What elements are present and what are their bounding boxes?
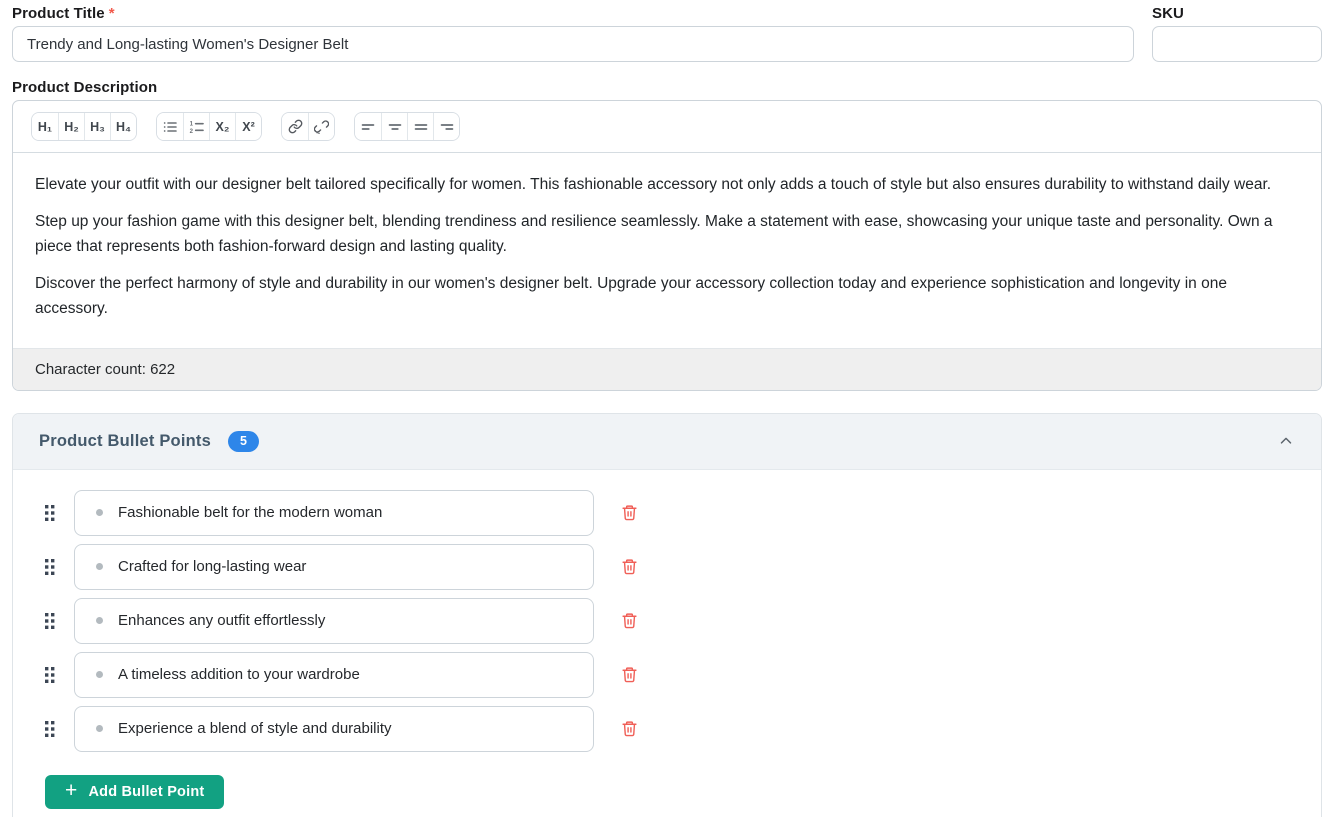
product-title-input[interactable] xyxy=(12,26,1134,62)
bullet-points-header[interactable]: Product Bullet Points 5 xyxy=(13,414,1321,470)
delete-bullet-button[interactable] xyxy=(619,717,640,740)
alignment-button-group xyxy=(354,112,460,141)
bullet-count-badge: 5 xyxy=(228,431,259,452)
bullet-point-box xyxy=(74,598,594,644)
align-right-button[interactable] xyxy=(433,113,459,140)
unordered-list-button[interactable] xyxy=(157,113,183,140)
bullet-point-input[interactable] xyxy=(118,612,579,629)
sku-label: SKU xyxy=(1152,5,1322,22)
description-editor-content[interactable]: Elevate your outfit with our designer be… xyxy=(13,153,1321,348)
delete-bullet-button[interactable] xyxy=(619,555,640,578)
heading-2-button[interactable]: H₂ xyxy=(58,113,84,140)
delete-bullet-button[interactable] xyxy=(619,609,640,632)
bullet-point-box xyxy=(74,490,594,536)
description-editor: H₁ H₂ H₃ H₄ xyxy=(12,100,1322,391)
bullet-point-input[interactable] xyxy=(118,558,579,575)
bullet-point-row xyxy=(35,652,1321,698)
trash-icon xyxy=(621,665,638,684)
product-edit-page: Product Title* SKU Product Description H… xyxy=(0,0,1329,817)
superscript-button[interactable]: X² xyxy=(235,113,261,140)
link-button-group xyxy=(281,112,335,141)
unordered-list-icon xyxy=(162,119,178,135)
trash-icon xyxy=(621,611,638,630)
editor-toolbar: H₁ H₂ H₃ H₄ xyxy=(13,101,1321,153)
svg-text:2: 2 xyxy=(189,129,193,135)
ordered-list-icon: 1 2 xyxy=(189,119,205,135)
svg-text:1: 1 xyxy=(189,121,193,127)
subscript-button[interactable]: X₂ xyxy=(209,113,235,140)
drag-handle-icon[interactable] xyxy=(44,665,58,685)
bullet-point-input[interactable] xyxy=(118,666,579,683)
bullet-dot-icon xyxy=(96,617,103,624)
bullet-point-box xyxy=(74,544,594,590)
bullet-points-body: + Add Bullet Point xyxy=(13,470,1321,817)
drag-handle-icon[interactable] xyxy=(44,611,58,631)
bullet-point-box xyxy=(74,652,594,698)
bullet-point-box xyxy=(74,706,594,752)
bullet-dot-icon xyxy=(96,671,103,678)
align-right-icon xyxy=(439,119,455,135)
trash-icon xyxy=(621,503,638,522)
character-count-label: Character count: xyxy=(35,361,146,378)
bullet-point-row xyxy=(35,706,1321,752)
delete-bullet-button[interactable] xyxy=(619,501,640,524)
bullet-dot-icon xyxy=(96,509,103,516)
bullet-point-input[interactable] xyxy=(118,504,579,521)
add-bullet-point-button[interactable]: + Add Bullet Point xyxy=(45,775,224,809)
character-count-bar: Character count: 622 xyxy=(13,348,1321,390)
align-center-button[interactable] xyxy=(381,113,407,140)
description-paragraph: Step up your fashion game with this desi… xyxy=(35,209,1299,259)
link-button[interactable] xyxy=(282,113,308,140)
align-justify-button[interactable] xyxy=(407,113,433,140)
sku-input[interactable] xyxy=(1152,26,1322,62)
heading-4-button[interactable]: H₄ xyxy=(110,113,136,140)
bullet-point-row xyxy=(35,490,1321,536)
drag-handle-icon[interactable] xyxy=(44,719,58,739)
chevron-up-icon[interactable] xyxy=(1277,432,1295,450)
product-title-label-text: Product Title xyxy=(12,5,105,22)
bullet-dot-icon xyxy=(96,563,103,570)
drag-handle-icon[interactable] xyxy=(44,557,58,577)
heading-button-group: H₁ H₂ H₃ H₄ xyxy=(31,112,137,141)
ordered-list-button[interactable]: 1 2 xyxy=(183,113,209,140)
drag-handle-icon[interactable] xyxy=(44,503,58,523)
add-bullet-point-label: Add Bullet Point xyxy=(88,784,204,800)
bullet-point-row xyxy=(35,544,1321,590)
description-paragraph: Discover the perfect harmony of style an… xyxy=(35,271,1299,321)
delete-bullet-button[interactable] xyxy=(619,663,640,686)
character-count-value: 622 xyxy=(150,361,175,378)
description-paragraph: Elevate your outfit with our designer be… xyxy=(35,172,1299,197)
bullet-points-card: Product Bullet Points 5 xyxy=(12,413,1322,817)
trash-icon xyxy=(621,719,638,738)
trash-icon xyxy=(621,557,638,576)
align-left-icon xyxy=(360,119,376,135)
bullet-point-row xyxy=(35,598,1321,644)
bullet-dot-icon xyxy=(96,725,103,732)
heading-1-button[interactable]: H₁ xyxy=(32,113,58,140)
align-left-button[interactable] xyxy=(355,113,381,140)
required-asterisk: * xyxy=(109,5,115,22)
list-script-button-group: 1 2 X₂ X² xyxy=(156,112,262,141)
sku-field: SKU xyxy=(1152,5,1322,62)
unlink-button[interactable] xyxy=(308,113,334,140)
align-justify-icon xyxy=(413,119,429,135)
title-sku-row: Product Title* SKU xyxy=(12,5,1322,62)
product-title-label: Product Title* xyxy=(12,5,1134,22)
plus-icon: + xyxy=(65,780,77,801)
bullet-point-input[interactable] xyxy=(118,720,579,737)
align-center-icon xyxy=(387,119,403,135)
unlink-icon xyxy=(314,119,329,134)
product-description-label: Product Description xyxy=(12,79,1322,96)
link-icon xyxy=(288,119,303,134)
heading-3-button[interactable]: H₃ xyxy=(84,113,110,140)
product-title-field: Product Title* xyxy=(12,5,1134,62)
bullet-points-title: Product Bullet Points xyxy=(39,432,211,451)
